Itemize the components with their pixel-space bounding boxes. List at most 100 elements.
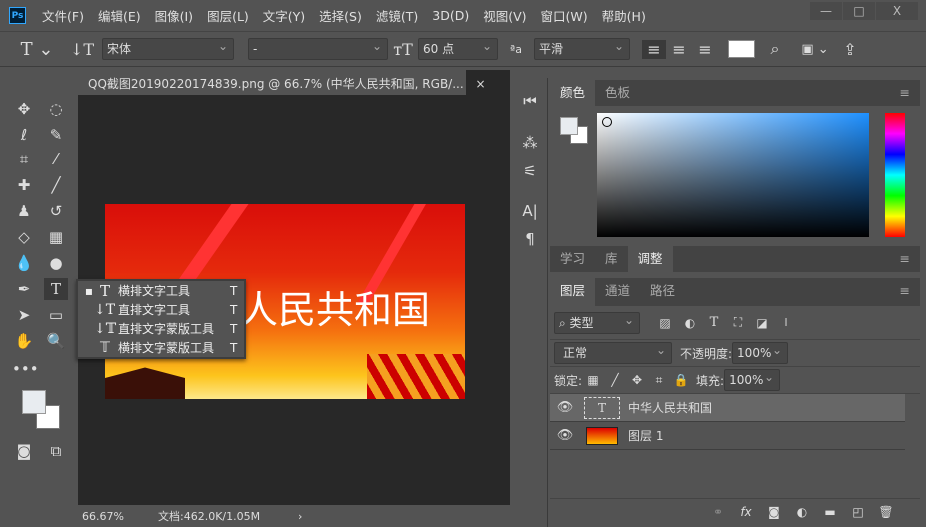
- tab-learn[interactable]: 学习: [550, 246, 595, 272]
- panel-menu-icon[interactable]: ≡: [890, 246, 920, 272]
- hue-slider[interactable]: [885, 113, 905, 237]
- flyout-item-vertical-type[interactable]: ↓T 直排文字工具 T: [78, 300, 244, 319]
- lock-all-icon[interactable]: 🔒: [670, 373, 692, 387]
- path-select-icon[interactable]: ➤: [12, 304, 36, 326]
- tab-adjustments[interactable]: 调整: [627, 246, 673, 272]
- fill-input[interactable]: 100%: [724, 367, 781, 391]
- panel-menu-icon[interactable]: ≡: [890, 278, 920, 306]
- history-panel-icon[interactable]: ⏮: [518, 90, 542, 112]
- tab-libraries[interactable]: 库: [595, 246, 628, 272]
- color-field[interactable]: [597, 113, 869, 237]
- lasso-tool-icon[interactable]: ℓ: [12, 124, 36, 146]
- marquee-tool-icon[interactable]: ◌: [44, 98, 68, 120]
- warp-text-icon[interactable]: ⌕: [755, 39, 795, 59]
- menu-view[interactable]: 视图(V): [483, 6, 526, 25]
- blur-tool-icon[interactable]: 💧: [12, 252, 36, 274]
- zoom-tool-icon[interactable]: 🔍: [44, 330, 68, 352]
- menu-window[interactable]: 窗口(W): [541, 6, 588, 25]
- character-panel-icon[interactable]: A|: [518, 200, 542, 222]
- properties-panel-icon[interactable]: ⚟: [518, 160, 542, 182]
- gradient-tool-icon[interactable]: ▦: [44, 226, 68, 248]
- lock-artboard-icon[interactable]: ⌗: [648, 373, 670, 388]
- filter-type-icon[interactable]: T: [702, 315, 726, 330]
- tab-swatches[interactable]: 色板: [595, 80, 640, 106]
- crop-tool-icon[interactable]: ⌗: [12, 148, 36, 170]
- screen-mode-icon[interactable]: ⧉: [44, 440, 68, 462]
- lock-image-icon[interactable]: ╱: [604, 373, 626, 387]
- hand-tool-icon[interactable]: ✋: [12, 330, 36, 352]
- rectangle-tool-icon[interactable]: ▭: [44, 304, 68, 326]
- align-left-icon[interactable]: ≡: [642, 39, 666, 59]
- brush-panel-icon[interactable]: ⁂: [518, 132, 542, 154]
- menu-file[interactable]: 文件(F): [42, 6, 84, 25]
- menu-layer[interactable]: 图层(L): [207, 6, 249, 25]
- quick-select-icon[interactable]: ✎: [44, 124, 68, 146]
- flyout-item-horizontal-type-mask[interactable]: 𝕋 横排文字蒙版工具 T: [78, 338, 244, 357]
- foreground-color-swatch[interactable]: [22, 390, 46, 414]
- quick-mask-icon[interactable]: ◙: [12, 440, 36, 462]
- flyout-item-vertical-type-mask[interactable]: ↓𝕋 直排文字蒙版工具 T: [78, 319, 244, 338]
- flyout-item-horizontal-type[interactable]: ▪ T 横排文字工具 T: [78, 281, 244, 300]
- link-layers-icon[interactable]: ⚭: [704, 505, 732, 519]
- status-menu-arrow[interactable]: ›: [298, 510, 302, 523]
- menu-type[interactable]: 文字(Y): [263, 6, 305, 25]
- new-layer-icon[interactable]: ◰: [844, 505, 872, 519]
- visibility-eye-icon[interactable]: 👁: [550, 428, 580, 443]
- eyedropper-icon[interactable]: ⁄: [44, 148, 68, 170]
- character-panel-icon[interactable]: ▣ ⌄: [795, 42, 835, 57]
- panel-bg-swatch[interactable]: [560, 117, 578, 135]
- align-right-icon[interactable]: ≡: [692, 40, 718, 59]
- share-icon[interactable]: ⇪: [835, 40, 865, 59]
- pen-tool-icon[interactable]: ✒: [12, 278, 36, 300]
- eraser-tool-icon[interactable]: ◇: [12, 226, 36, 248]
- toggle-orientation-icon[interactable]: ↓T: [62, 40, 102, 59]
- layer-filter-select[interactable]: ⌕ 类型: [554, 310, 640, 334]
- minimize-button[interactable]: —: [810, 2, 842, 20]
- canvas-text-layer[interactable]: 人民共和国: [240, 279, 430, 334]
- layer-row[interactable]: 👁 图层 1: [550, 422, 905, 450]
- menu-help[interactable]: 帮助(H): [602, 6, 646, 25]
- opacity-input[interactable]: 100%: [732, 340, 789, 364]
- tab-channels[interactable]: 通道: [595, 278, 640, 306]
- layer-row[interactable]: 👁 T 中华人民共和国: [550, 394, 905, 422]
- new-group-icon[interactable]: ▬: [816, 505, 844, 519]
- zoom-level[interactable]: 66.67%: [78, 510, 158, 523]
- font-size-select[interactable]: 60 点: [418, 36, 498, 60]
- paragraph-panel-icon[interactable]: ¶: [518, 228, 542, 250]
- visibility-eye-icon[interactable]: 👁: [550, 400, 580, 415]
- filter-toggle[interactable]: ⏽: [774, 315, 798, 330]
- stamp-tool-icon[interactable]: ♟: [12, 200, 36, 222]
- close-window-button[interactable]: X: [876, 2, 918, 20]
- tab-paths[interactable]: 路径: [640, 278, 685, 306]
- healing-brush-icon[interactable]: ✚: [12, 174, 36, 196]
- dodge-tool-icon[interactable]: ●: [44, 252, 68, 274]
- lock-transparency-icon[interactable]: ▦: [582, 373, 604, 387]
- more-tools-icon[interactable]: •••: [12, 358, 39, 380]
- lock-position-icon[interactable]: ✥: [626, 373, 648, 387]
- font-style-select[interactable]: -: [248, 36, 388, 60]
- filter-pixel-icon[interactable]: ▨: [652, 316, 678, 330]
- tab-layers[interactable]: 图层: [550, 278, 596, 306]
- blend-mode-select[interactable]: 正常: [554, 340, 672, 364]
- filter-adjustment-icon[interactable]: ◐: [678, 316, 702, 330]
- font-family-select[interactable]: 宋体: [102, 36, 234, 60]
- add-mask-icon[interactable]: ◙: [760, 505, 788, 519]
- type-tool-preset-icon[interactable]: T ⌄: [12, 39, 62, 60]
- close-tab-icon[interactable]: ×: [476, 77, 486, 91]
- filter-shape-icon[interactable]: ⛶: [726, 315, 750, 330]
- adjustment-layer-icon[interactable]: ◐: [788, 505, 816, 519]
- menu-edit[interactable]: 编辑(E): [98, 6, 141, 25]
- filter-smart-object-icon[interactable]: ◪: [750, 316, 774, 330]
- menu-3d[interactable]: 3D(D): [432, 8, 469, 23]
- tab-color[interactable]: 颜色: [550, 80, 596, 106]
- document-tab[interactable]: QQ截图20190220174839.png @ 66.7% (中华人民共和国,…: [78, 70, 486, 95]
- antialias-select[interactable]: 平滑: [534, 36, 630, 60]
- type-tool-icon[interactable]: T: [44, 278, 68, 300]
- history-brush-icon[interactable]: ↺: [44, 200, 68, 222]
- menu-image[interactable]: 图像(I): [155, 6, 193, 25]
- panel-menu-icon[interactable]: ≡: [890, 80, 920, 106]
- maximize-button[interactable]: □: [843, 2, 875, 20]
- move-tool-icon[interactable]: ✥: [12, 98, 36, 120]
- text-color-swatch[interactable]: [728, 40, 755, 58]
- delete-layer-icon[interactable]: 🗑: [872, 505, 900, 519]
